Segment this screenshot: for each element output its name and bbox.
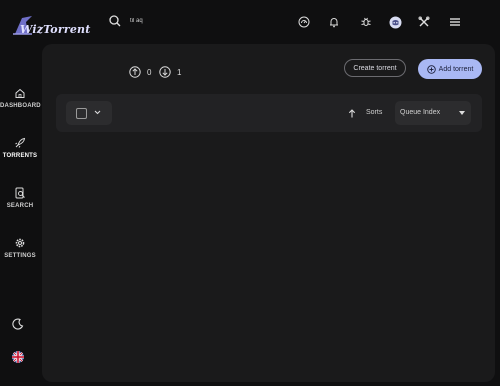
download-stat: 1 bbox=[159, 66, 181, 78]
rocket-icon bbox=[15, 137, 26, 148]
sort-direction-icon[interactable] bbox=[348, 109, 356, 118]
sidebar-item-label: TORRENTS bbox=[2, 153, 38, 159]
select-all-dropdown[interactable] bbox=[66, 101, 112, 125]
speedometer-icon[interactable] bbox=[296, 14, 312, 30]
moon-icon[interactable] bbox=[12, 317, 24, 335]
logo-text: WizTorrent bbox=[20, 23, 91, 36]
bug-icon[interactable] bbox=[358, 14, 374, 30]
app-logo[interactable]: WizTorrent bbox=[6, 8, 90, 36]
caret-down-icon bbox=[459, 111, 465, 115]
search-doc-icon bbox=[15, 187, 25, 199]
sidebar-item-settings[interactable]: SETTINGS bbox=[0, 237, 40, 259]
search-icon[interactable] bbox=[109, 15, 121, 27]
sidebar-item-label: SEARCH bbox=[6, 203, 34, 209]
upload-arrow-icon bbox=[129, 66, 141, 78]
create-torrent-button[interactable]: Create torrent bbox=[344, 59, 406, 77]
gear-icon bbox=[15, 238, 25, 248]
bell-icon[interactable] bbox=[326, 14, 342, 30]
sidebar-item-label: SETTINGS bbox=[4, 253, 36, 259]
download-count: 1 bbox=[177, 67, 182, 77]
sidebar-item-search[interactable]: SEARCH bbox=[0, 187, 40, 209]
upload-count: 0 bbox=[147, 67, 152, 77]
sorts-label: Sorts bbox=[366, 109, 383, 116]
sidebar-item-torrents[interactable]: TORRENTS bbox=[0, 137, 40, 159]
sidebar-item-label: DASHBOARD bbox=[0, 103, 41, 109]
uk-flag-icon[interactable] bbox=[12, 350, 24, 368]
add-torrent-button[interactable]: Add torrent bbox=[418, 59, 482, 79]
select-all-checkbox[interactable] bbox=[76, 108, 87, 119]
upload-stat: 0 bbox=[129, 66, 151, 78]
plus-circle-icon bbox=[426, 64, 436, 74]
tools-icon[interactable] bbox=[416, 14, 432, 30]
download-arrow-icon bbox=[159, 66, 171, 78]
discord-icon[interactable] bbox=[387, 14, 403, 30]
add-torrent-label: Add torrent bbox=[438, 65, 474, 73]
menu-icon[interactable] bbox=[447, 14, 463, 30]
sidebar-item-dashboard[interactable]: DASHBOARD bbox=[0, 87, 41, 109]
home-icon bbox=[15, 88, 25, 98]
sort-select-value: Queue Index bbox=[400, 109, 441, 116]
chevron-down-icon[interactable] bbox=[94, 110, 101, 115]
search-input[interactable] bbox=[130, 14, 280, 28]
